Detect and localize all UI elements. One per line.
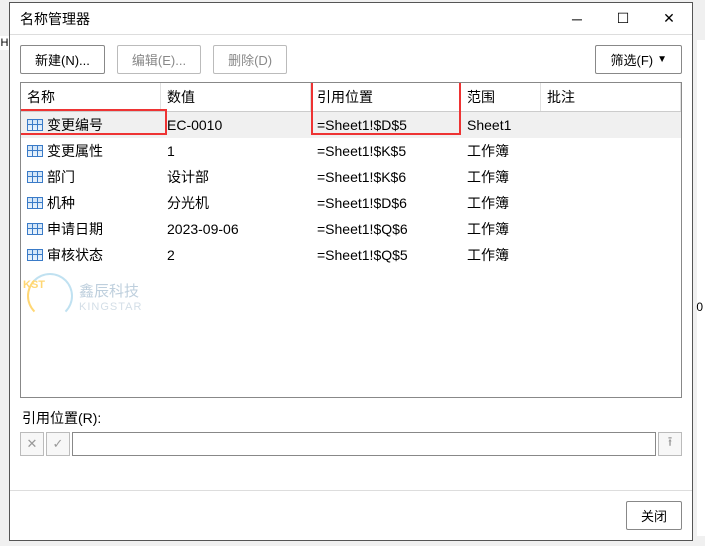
- name-icon: [27, 171, 43, 183]
- row-name: 机种: [47, 193, 75, 213]
- row-comment: [541, 201, 681, 205]
- watermark-circle-icon: [27, 273, 73, 319]
- row-ref: =Sheet1!$Q$5: [311, 245, 461, 265]
- row-ref: =Sheet1!$D$6: [311, 193, 461, 213]
- row-scope: 工作簿: [461, 217, 541, 241]
- chevron-down-icon: ▼: [657, 54, 667, 65]
- row-value: 分光机: [161, 191, 311, 215]
- x-icon: ✕: [27, 436, 38, 452]
- row-value: EC-0010: [161, 115, 311, 135]
- row-value: 2023-09-06: [161, 219, 311, 239]
- footer: 关闭: [10, 490, 692, 540]
- ref-row: ✕ ✓ ⭱: [20, 432, 682, 456]
- row-name: 变更属性: [47, 141, 103, 161]
- grid-header: 名称 数值 引用位置 范围 批注: [21, 83, 681, 112]
- row-name: 部门: [47, 167, 75, 187]
- col-scope[interactable]: 范围: [461, 83, 541, 111]
- ref-label: 引用位置(R):: [22, 408, 680, 428]
- filter-button[interactable]: 筛选(F) ▼: [595, 45, 682, 74]
- table-row[interactable]: 部门 设计部=Sheet1!$K$6工作簿: [21, 164, 681, 190]
- background-cell-h: H: [0, 36, 9, 50]
- row-ref: =Sheet1!$K$6: [311, 167, 461, 187]
- row-name: 审核状态: [47, 245, 103, 265]
- edit-button[interactable]: 编辑(E)...: [117, 45, 201, 74]
- row-comment: [541, 253, 681, 257]
- row-ref: =Sheet1!$Q$6: [311, 219, 461, 239]
- table-row[interactable]: 变更编号 EC-0010=Sheet1!$D$5Sheet1: [21, 112, 681, 138]
- name-icon: [27, 197, 43, 209]
- ref-accept-button[interactable]: ✓: [46, 432, 70, 456]
- row-comment: [541, 175, 681, 179]
- col-comment[interactable]: 批注: [541, 83, 681, 111]
- watermark-sub: KINGSTAR: [79, 301, 142, 313]
- maximize-button[interactable]: ☐: [600, 3, 646, 35]
- filter-label: 筛选(F): [610, 50, 653, 69]
- row-name: 变更编号: [47, 115, 103, 135]
- watermark: KST 鑫辰科技 KINGSTAR: [27, 273, 142, 319]
- table-row[interactable]: 审核状态 2=Sheet1!$Q$5工作簿: [21, 242, 681, 268]
- ref-input[interactable]: [72, 432, 656, 456]
- watermark-brand: 鑫辰科技: [79, 280, 142, 301]
- background-cell-0: 0: [696, 300, 703, 314]
- col-value[interactable]: 数值: [161, 83, 311, 111]
- name-icon: [27, 145, 43, 157]
- delete-button[interactable]: 删除(D): [213, 45, 287, 74]
- table-row[interactable]: 申请日期 2023-09-06=Sheet1!$Q$6工作簿: [21, 216, 681, 242]
- col-ref[interactable]: 引用位置: [311, 83, 461, 111]
- table-row[interactable]: 机种 分光机=Sheet1!$D$6工作簿: [21, 190, 681, 216]
- row-comment: [541, 123, 681, 127]
- row-scope: Sheet1: [461, 115, 541, 135]
- collapse-icon: ⭱: [668, 433, 673, 455]
- row-comment: [541, 227, 681, 231]
- row-value: 2: [161, 245, 311, 265]
- minimize-button[interactable]: ─: [554, 3, 600, 35]
- table-row[interactable]: 变更属性 1=Sheet1!$K$5工作簿: [21, 138, 681, 164]
- names-grid[interactable]: 名称 数值 引用位置 范围 批注 变更编号 EC-0010=Sheet1!$D$5…: [20, 82, 682, 398]
- name-icon: [27, 249, 43, 261]
- name-manager-dialog: 名称管理器 ─ ☐ ✕ 新建(N)... 编辑(E)... 删除(D) 筛选(F…: [9, 2, 693, 541]
- check-icon: ✓: [53, 436, 64, 452]
- background-edge: [697, 40, 705, 536]
- row-name: 申请日期: [47, 219, 103, 239]
- row-value: 设计部: [161, 165, 311, 189]
- toolbar: 新建(N)... 编辑(E)... 删除(D) 筛选(F) ▼: [10, 35, 692, 82]
- row-ref: =Sheet1!$K$5: [311, 141, 461, 161]
- col-name[interactable]: 名称: [21, 83, 161, 111]
- close-button[interactable]: 关闭: [626, 501, 682, 530]
- row-scope: 工作簿: [461, 139, 541, 163]
- row-scope: 工作簿: [461, 191, 541, 215]
- window-title: 名称管理器: [20, 9, 90, 29]
- ref-collapse-button[interactable]: ⭱: [658, 432, 682, 456]
- new-button[interactable]: 新建(N)...: [20, 45, 105, 74]
- ref-cancel-button[interactable]: ✕: [20, 432, 44, 456]
- row-ref: =Sheet1!$D$5: [311, 115, 461, 135]
- row-scope: 工作簿: [461, 165, 541, 189]
- row-scope: 工作簿: [461, 243, 541, 267]
- titlebar: 名称管理器 ─ ☐ ✕: [10, 3, 692, 35]
- name-icon: [27, 223, 43, 235]
- close-window-button[interactable]: ✕: [646, 3, 692, 35]
- row-comment: [541, 149, 681, 153]
- name-icon: [27, 119, 43, 131]
- row-value: 1: [161, 141, 311, 161]
